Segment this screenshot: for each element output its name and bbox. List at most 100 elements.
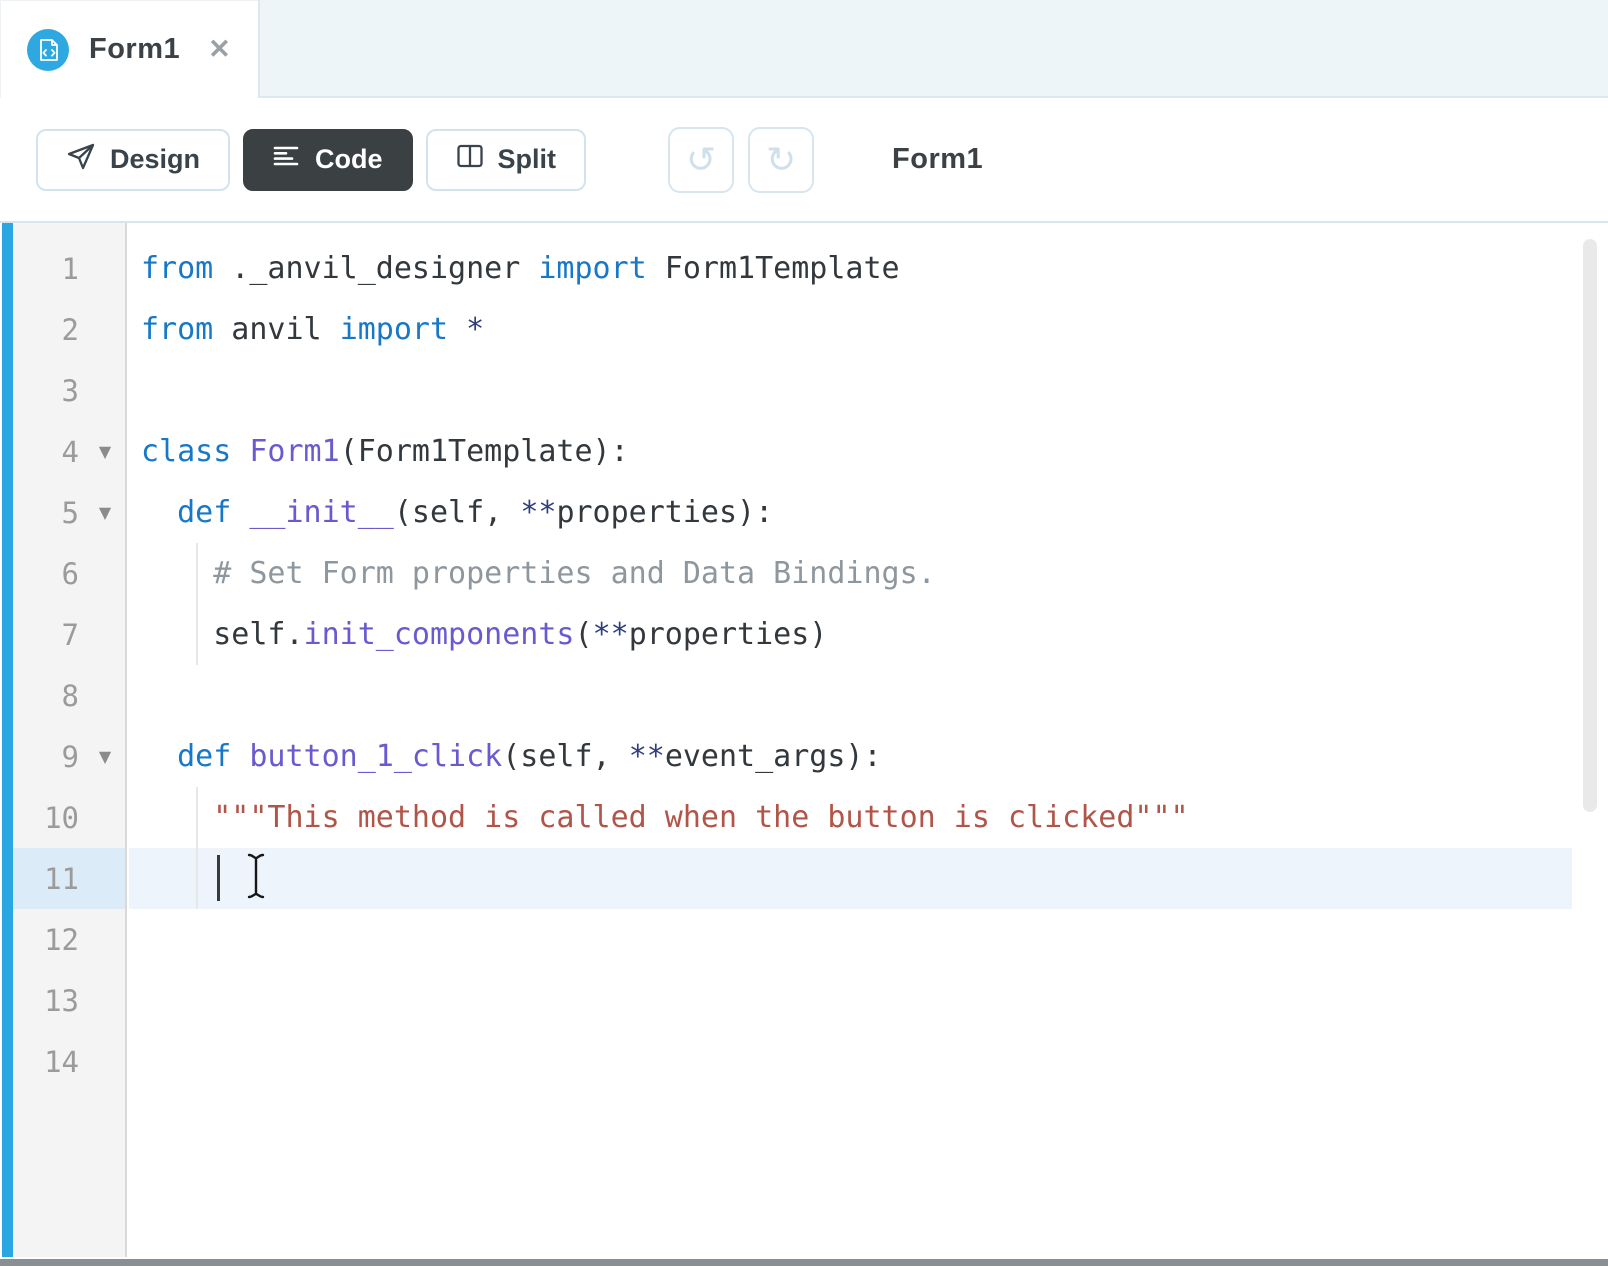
indent-guide xyxy=(196,787,198,909)
design-button-label: Design xyxy=(110,144,200,175)
code-area[interactable]: from ._anvil_designer import Form1Templa… xyxy=(129,223,1608,1092)
code-token xyxy=(141,556,213,591)
code-token xyxy=(141,739,177,774)
collapse-triangle-icon[interactable]: ▼ xyxy=(85,503,125,522)
code-button-label: Code xyxy=(315,144,383,175)
redo-arrow-icon: ↻ xyxy=(766,142,796,178)
gutter-row: 12 xyxy=(13,909,125,970)
line-number-gutter: 1234▼5▼6789▼1011121314 xyxy=(13,223,127,1257)
gutter-row: 11 xyxy=(13,848,125,909)
collapse-triangle-icon[interactable]: ▼ xyxy=(85,747,125,766)
code-line[interactable]: from anvil import * xyxy=(129,299,1572,360)
code-token: ._anvil_designer xyxy=(213,251,538,286)
line-number: 6 xyxy=(13,557,85,591)
code-token: event_args): xyxy=(665,739,882,774)
line-number: 3 xyxy=(13,374,85,408)
code-line[interactable]: def button_1_click(self, **event_args): xyxy=(129,726,1572,787)
code-token xyxy=(231,739,249,774)
code-token: Form1Template xyxy=(647,251,900,286)
line-number: 14 xyxy=(13,1045,85,1079)
code-token: def xyxy=(177,495,231,530)
line-number: 8 xyxy=(13,679,85,713)
editor-accent-bar xyxy=(2,223,13,1257)
gutter-row: 1 xyxy=(13,238,125,299)
code-file-icon xyxy=(27,29,69,71)
line-number: 12 xyxy=(13,923,85,957)
code-line[interactable] xyxy=(129,665,1572,726)
mouse-ibeam-cursor xyxy=(244,852,268,905)
code-line[interactable]: class Form1(Form1Template): xyxy=(129,421,1572,482)
gutter-row: 8 xyxy=(13,665,125,726)
code-line[interactable] xyxy=(129,909,1572,970)
code-token: ** xyxy=(520,495,556,530)
code-token: button_1_click xyxy=(249,739,502,774)
code-button[interactable]: Code xyxy=(243,129,413,191)
gutter-row: 10 xyxy=(13,787,125,848)
line-number: 1 xyxy=(13,252,85,286)
code-token: class xyxy=(141,434,231,469)
line-number: 7 xyxy=(13,618,85,652)
code-token: (self, xyxy=(394,495,520,530)
code-token xyxy=(231,495,249,530)
line-number: 2 xyxy=(13,313,85,347)
code-token: __init__ xyxy=(249,495,394,530)
code-token: Form1 xyxy=(249,434,339,469)
split-button[interactable]: Split xyxy=(426,129,587,191)
line-number: 9 xyxy=(13,740,85,774)
code-line[interactable] xyxy=(129,1031,1572,1092)
code-token: import xyxy=(340,312,448,347)
code-editor: 1234▼5▼6789▼1011121314 from ._anvil_desi… xyxy=(0,223,1608,1266)
code-token: ( xyxy=(575,617,593,652)
code-token: import xyxy=(538,251,646,286)
gutter-row: 14 xyxy=(13,1031,125,1092)
code-line[interactable]: self.init_components(**properties) xyxy=(129,604,1572,665)
code-token: from xyxy=(141,312,213,347)
code-line[interactable]: from ._anvil_designer import Form1Templa… xyxy=(129,238,1572,299)
code-token xyxy=(141,495,177,530)
line-number: 11 xyxy=(13,862,85,896)
code-token: (Form1Template): xyxy=(340,434,629,469)
code-token: def xyxy=(177,739,231,774)
code-token: ** xyxy=(593,617,629,652)
gutter-row: 7 xyxy=(13,604,125,665)
code-token: * xyxy=(466,312,484,347)
code-token: from xyxy=(141,251,213,286)
tab-bar: Form1 ✕ xyxy=(0,0,1608,98)
gutter-row: 3 xyxy=(13,360,125,421)
code-line[interactable]: # Set Form properties and Data Bindings. xyxy=(129,543,1572,604)
gutter-row: 6 xyxy=(13,543,125,604)
code-line[interactable]: """This method is called when the button… xyxy=(129,787,1572,848)
code-line[interactable] xyxy=(129,970,1572,1031)
code-line[interactable] xyxy=(129,360,1572,421)
code-token: properties): xyxy=(556,495,773,530)
split-button-label: Split xyxy=(498,144,557,175)
vertical-scrollbar-thumb[interactable] xyxy=(1583,239,1597,812)
design-button[interactable]: Design xyxy=(36,129,230,191)
tab-form1[interactable]: Form1 ✕ xyxy=(0,0,258,98)
close-icon[interactable]: ✕ xyxy=(208,36,231,63)
code-token: """This method is called when the button… xyxy=(213,800,1188,835)
gutter-row: 13 xyxy=(13,970,125,1031)
code-token xyxy=(231,434,249,469)
undo-arrow-icon: ↺ xyxy=(686,142,716,178)
code-token: ** xyxy=(629,739,665,774)
redo-button[interactable]: ↻ xyxy=(748,127,814,193)
undo-button[interactable]: ↺ xyxy=(668,127,734,193)
gutter-row: 5▼ xyxy=(13,482,125,543)
code-line[interactable] xyxy=(129,848,1572,909)
code-token: properties) xyxy=(629,617,828,652)
paper-plane-icon xyxy=(66,141,96,178)
tab-bar-filler xyxy=(258,0,1608,98)
gutter-row: 2 xyxy=(13,299,125,360)
code-line[interactable]: def __init__(self, **properties): xyxy=(129,482,1572,543)
line-number: 5 xyxy=(13,496,85,530)
collapse-triangle-icon[interactable]: ▼ xyxy=(85,442,125,461)
code-token xyxy=(448,312,466,347)
horizontal-scrollbar[interactable] xyxy=(0,1259,1608,1266)
gutter-row: 4▼ xyxy=(13,421,125,482)
code-token: (self, xyxy=(502,739,628,774)
split-pane-icon xyxy=(456,143,484,176)
line-number: 13 xyxy=(13,984,85,1018)
gutter-row: 9▼ xyxy=(13,726,125,787)
text-caret xyxy=(217,855,220,901)
